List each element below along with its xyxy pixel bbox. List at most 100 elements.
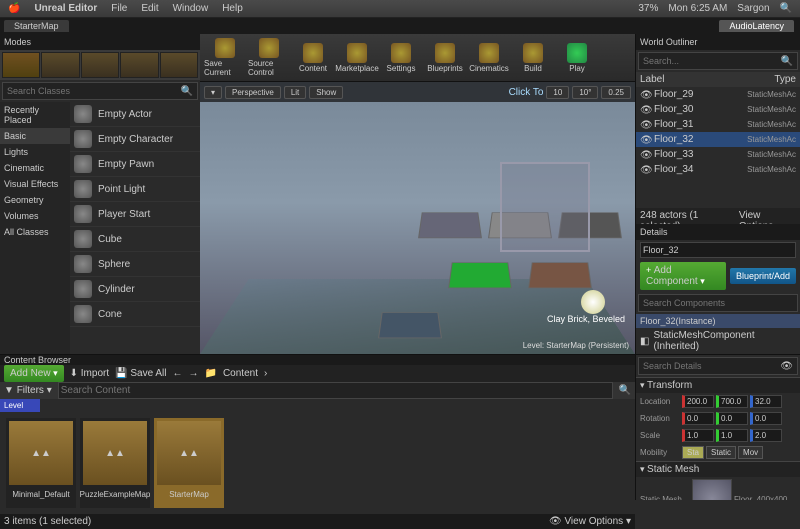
eye-icon[interactable]: 👁 <box>640 165 650 175</box>
rot-z-input[interactable] <box>750 412 782 425</box>
cat-volumes[interactable]: Volumes <box>0 208 70 224</box>
perspective-button[interactable]: Perspective <box>225 86 281 99</box>
cat-all[interactable]: All Classes <box>0 224 70 240</box>
eye-icon[interactable]: 👁 <box>640 135 650 145</box>
outliner-row[interactable]: 👁Floor_30StaticMeshAc <box>636 102 800 117</box>
asset-item[interactable]: ▲▲PuzzleExampleMap <box>80 418 150 508</box>
asset-item[interactable]: ▲▲Minimal_Default <box>6 418 76 508</box>
scale-x-input[interactable] <box>682 429 714 442</box>
main-tab[interactable]: StarterMap <box>4 20 69 32</box>
add-new-button[interactable]: Add New ▾ <box>4 365 64 382</box>
mobility-movable[interactable]: Mov <box>738 446 763 459</box>
paint-mode-icon[interactable] <box>41 52 79 78</box>
actor-item[interactable]: Sphere <box>70 252 200 277</box>
menu-help[interactable]: Help <box>222 3 243 14</box>
search-icon[interactable]: 🔍 <box>780 3 792 14</box>
vp-menu[interactable]: ▾ <box>204 86 222 99</box>
outliner-row[interactable]: 👁Floor_33StaticMeshAc <box>636 147 800 162</box>
actor-item[interactable]: Cylinder <box>70 277 200 302</box>
sun-icon[interactable] <box>581 290 605 314</box>
loc-z-input[interactable] <box>750 395 782 408</box>
source-control-button[interactable]: Source Control <box>248 36 290 80</box>
lit-button[interactable]: Lit <box>284 86 306 99</box>
outliner-search[interactable]: 🔍 <box>638 52 798 70</box>
cat-cinematic[interactable]: Cinematic <box>0 160 70 176</box>
menu-file[interactable]: File <box>111 3 127 14</box>
cat-vfx[interactable]: Visual Effects <box>0 176 70 192</box>
forward-button[interactable]: → <box>189 368 199 379</box>
cat-lights[interactable]: Lights <box>0 144 70 160</box>
foliage-mode-icon[interactable] <box>120 52 158 78</box>
geometry-mode-icon[interactable] <box>160 52 198 78</box>
place-mode-icon[interactable] <box>2 52 40 78</box>
eye-icon[interactable]: 👁 <box>640 105 650 115</box>
blueprints-button[interactable]: Blueprints <box>424 36 466 80</box>
mobility-static[interactable]: Sta <box>682 446 704 459</box>
menu-edit[interactable]: Edit <box>141 3 158 14</box>
eye-icon[interactable]: 👁 <box>640 120 650 130</box>
eye-icon[interactable]: 👁 <box>640 150 650 160</box>
rot-x-input[interactable] <box>682 412 714 425</box>
scale-snap[interactable]: 0.25 <box>601 86 631 99</box>
asset-item-selected[interactable]: ▲▲StarterMap <box>154 418 224 508</box>
actor-item[interactable]: Cube <box>70 227 200 252</box>
classes-search-input[interactable] <box>7 86 181 96</box>
build-button[interactable]: Build <box>512 36 554 80</box>
loc-x-input[interactable] <box>682 395 714 408</box>
actor-item[interactable]: Point Light <box>70 177 200 202</box>
actor-item[interactable]: Empty Actor <box>70 102 200 127</box>
show-button[interactable]: Show <box>309 86 343 99</box>
play-button[interactable]: Play <box>556 36 598 80</box>
actor-item[interactable]: Cone <box>70 302 200 327</box>
add-component-button[interactable]: + Add Component ▾ <box>640 262 726 290</box>
actor-item[interactable]: Empty Character <box>70 127 200 152</box>
transform-section[interactable]: ▾ Transform <box>636 377 800 393</box>
outliner-row[interactable]: 👁Floor_31StaticMeshAc <box>636 117 800 132</box>
angle-snap[interactable]: 10° <box>572 86 598 99</box>
eye-icon[interactable]: 👁 <box>780 361 793 372</box>
blueprint-button[interactable]: Blueprint/Add <box>730 268 796 284</box>
scale-z-input[interactable] <box>750 429 782 442</box>
static-mesh-section[interactable]: ▾ Static Mesh <box>636 461 800 477</box>
browser-search-input[interactable] <box>58 382 613 399</box>
classes-search[interactable]: 🔍 <box>2 82 198 100</box>
details-search[interactable]: 👁 <box>638 357 798 375</box>
outliner-row[interactable]: 👁Floor_29StaticMeshAc <box>636 87 800 102</box>
content-button[interactable]: Content <box>292 36 334 80</box>
cat-geometry[interactable]: Geometry <box>0 192 70 208</box>
save-button[interactable]: Save Current <box>204 36 246 80</box>
mesh-thumb[interactable] <box>692 479 732 500</box>
settings-button[interactable]: Settings <box>380 36 422 80</box>
component-inherited[interactable]: ◧StaticMeshComponent (Inherited) <box>636 328 800 354</box>
eye-icon[interactable]: 👁 <box>640 90 650 100</box>
save-all-button[interactable]: 💾 Save All <box>115 368 166 379</box>
cinematics-button[interactable]: Cinematics <box>468 36 510 80</box>
landscape-mode-icon[interactable] <box>81 52 119 78</box>
actor-item[interactable]: Player Start <box>70 202 200 227</box>
mobility-stationary[interactable]: Static <box>706 446 736 459</box>
rot-y-input[interactable] <box>716 412 748 425</box>
actor-name-input[interactable] <box>640 242 796 258</box>
side-tab[interactable]: AudioLatency <box>719 20 794 32</box>
component-root[interactable]: Floor_32(Instance) <box>636 314 800 328</box>
actor-item[interactable]: Empty Pawn <box>70 152 200 177</box>
marketplace-button[interactable]: Marketplace <box>336 36 378 80</box>
outliner-row-selected[interactable]: 👁Floor_32StaticMeshAc <box>636 132 800 147</box>
apple-icon[interactable]: 🍎 <box>8 3 20 14</box>
breadcrumb[interactable]: Content <box>223 368 258 379</box>
level-filter-tag[interactable]: Level <box>0 399 40 412</box>
viewport-canvas[interactable]: Clay Brick, Beveled Level: StarterMap (P… <box>200 102 635 354</box>
loc-y-input[interactable] <box>716 395 748 408</box>
cat-basic[interactable]: Basic <box>0 128 70 144</box>
grid-snap[interactable]: 10 <box>546 86 569 99</box>
filters-button[interactable]: ▼ Filters ▾ <box>4 385 52 396</box>
view-options-button[interactable]: 👁 View Options ▾ <box>549 516 631 527</box>
view-options-button[interactable]: View Options <box>739 210 796 222</box>
outliner-row[interactable]: 👁Floor_34StaticMeshAc <box>636 162 800 177</box>
back-button[interactable]: ← <box>173 368 183 379</box>
import-button[interactable]: ⬇ Import <box>70 368 110 379</box>
components-search[interactable] <box>638 294 798 312</box>
menu-window[interactable]: Window <box>173 3 209 14</box>
cat-recent[interactable]: Recently Placed <box>0 102 70 128</box>
scale-y-input[interactable] <box>716 429 748 442</box>
